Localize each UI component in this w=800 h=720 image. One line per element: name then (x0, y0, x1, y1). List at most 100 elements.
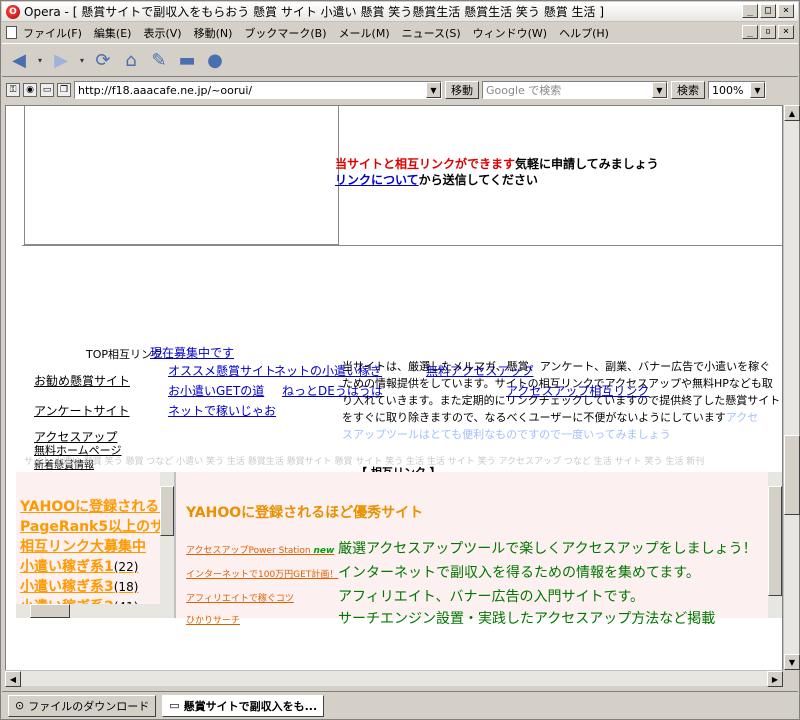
search-dropdown-icon[interactable]: ▼ (652, 82, 667, 98)
desc-line-1: 当サイトは、厳選したメルマガ、懸賞、アンケート、副業、バナー広告で小遣いを稼ぐ (342, 360, 771, 373)
page-icon[interactable]: ▭ (40, 83, 54, 97)
menu-news[interactable]: ニュース(S) (402, 25, 461, 41)
recip-after-text: から送信してください (418, 173, 538, 187)
menu-file[interactable]: ファイル(F) (23, 25, 82, 41)
category-hscrollbar[interactable] (16, 604, 160, 618)
scroll-thumb[interactable] (784, 435, 800, 515)
doc-close-button[interactable]: × (778, 25, 794, 39)
opera-logo-icon: O (6, 4, 20, 19)
mid-link-earn[interactable]: ネットで稼いじゃお (168, 402, 276, 419)
menu-edit[interactable]: 編集(E) (94, 25, 132, 41)
page-tab[interactable]: ▭ 懸賞サイトで副収入をも... (162, 694, 325, 717)
scroll-down-icon[interactable]: ▼ (784, 654, 800, 670)
address-dropdown-icon[interactable]: ▼ (426, 82, 441, 98)
mid-link-get[interactable]: お小遣いGETの道 (168, 382, 264, 399)
site-row: アフィリエイトで稼ぐコツ アフィリエイト、バナー広告の入門サイトです。 (186, 586, 644, 606)
user-icon[interactable]: ● (204, 49, 226, 71)
category-pocket1[interactable]: 小遣い稼ぎ系1(22) (20, 556, 138, 576)
reload-icon[interactable]: ⟳ (92, 49, 114, 71)
zoom-dropdown-icon[interactable]: ▼ (750, 82, 765, 98)
recip-rest-text: 気軽に申請してみましょう (515, 157, 659, 171)
site-desc: アフィリエイト、バナー広告の入門サイトです。 (338, 589, 645, 605)
window-title: Opera - [ 懸賞サイトで副収入をもらおう 懸賞 サイト 小遣い 懸賞 笑… (24, 5, 605, 19)
minimize-button[interactable]: _ (742, 4, 758, 18)
address-field[interactable]: http://f18.aaacafe.ne.jp/~oorui/ ▼ (74, 81, 442, 99)
print-icon[interactable]: ▬ (176, 49, 198, 71)
go-button[interactable]: 移動 (445, 81, 479, 99)
site-desc: インターネットで副収入を得るための情報を集めてます。 (338, 565, 700, 581)
downloads-tab[interactable]: ⊙ ファイルのダウンロード (8, 694, 157, 717)
desc-line-3: り入れていきます。また定期的にリンクチェックしていますので提供終了した懸賞サイト (342, 394, 781, 407)
site-link[interactable]: アフィリエイトで稼ぐコツ (186, 591, 338, 604)
category-yahoo[interactable]: YAHOOに登録されるほど優秀サイト (20, 496, 174, 516)
recip-red-text: 当サイトと相互リンクができます (335, 157, 516, 171)
scroll-left-icon[interactable]: ◀ (5, 671, 21, 687)
right-heading: YAHOOに登録されるほど優秀サイト (186, 505, 424, 521)
back-menu-icon[interactable]: ▾ (36, 49, 44, 71)
mid-link-recommend[interactable]: オススメ懸賞サイト (168, 362, 276, 379)
navigation-toolbar: ◀ ▾ ▶ ▾ ⟳ ⌂ ✎ ▬ ● (2, 43, 798, 77)
site-row: ひかりサーチ サーチエンジン設置・実践したアクセスアップ方法など掲載 (186, 608, 715, 628)
menu-mail[interactable]: メール(M) (339, 25, 390, 41)
lock-icon[interactable]: ⚿ (6, 83, 20, 97)
menu-bookmarks[interactable]: ブックマーク(B) (244, 25, 326, 41)
site-link[interactable]: ひかりサーチ (186, 613, 338, 626)
page-horizontal-scrollbar[interactable]: ◀ ▶ (5, 670, 783, 687)
left-link-recommend[interactable]: お勧め懸賞サイト (34, 372, 130, 389)
scroll-up-icon[interactable]: ▲ (784, 105, 800, 121)
link-panel-scrollbar[interactable] (768, 472, 782, 618)
category-pocket3[interactable]: 小遣い稼ぎ系3(18) (20, 576, 138, 596)
menu-window[interactable]: ウィンドウ(W) (473, 25, 547, 41)
category-pagerank[interactable]: PageRank5以上のサイト (20, 516, 174, 536)
search-button[interactable]: 検索 (671, 81, 705, 99)
maximize-button[interactable]: □ (760, 4, 776, 18)
category-frame: YAHOOに登録されるほど優秀サイト PageRank5以上のサイト 相互リンク… (16, 472, 176, 618)
category-scrollbar[interactable] (160, 472, 174, 618)
new-badge: new (313, 546, 335, 556)
downloads-label: ファイルのダウンロード (28, 699, 150, 713)
zoom-select[interactable]: 100% ▼ (708, 81, 766, 99)
category-recip[interactable]: 相互リンク大募集中 (20, 536, 146, 556)
top-recruit-link[interactable]: 現在募集中です (150, 344, 234, 361)
document-icon (6, 26, 17, 39)
status-bar: ⊙ ファイルのダウンロード ▭ 懸賞サイトで副収入をも... (2, 691, 798, 719)
desc-faint-1: アクセ (725, 411, 759, 424)
menu-navigate[interactable]: 移動(N) (194, 25, 233, 41)
site-row: インターネットで100万円GET計画！インターネットで副収入を得るための情報を集… (186, 562, 700, 582)
forward-icon[interactable]: ▶ (50, 49, 72, 71)
page-tab-label: 懸賞サイトで副収入をも... (183, 699, 318, 713)
desc-line-2: ための情報提供をしています。サイトの相互リンクでアクセスアップや無料HPなども取 (342, 377, 773, 390)
hotlist-icon[interactable]: ✎ (148, 49, 170, 71)
site-link[interactable]: インターネットで100万円GET計画！ (186, 567, 338, 580)
scroll-right-icon[interactable]: ▶ (767, 671, 783, 687)
doc-restore-button[interactable]: ▫ (760, 25, 776, 39)
copy-icon[interactable]: ❐ (57, 83, 71, 97)
menu-view[interactable]: 表示(V) (143, 25, 181, 41)
doc-minimize-button[interactable]: _ (742, 25, 758, 39)
address-url: http://f18.aaacafe.ne.jp/~oorui/ (78, 83, 253, 97)
menu-help[interactable]: ヘルプ(H) (559, 25, 609, 41)
site-desc: サーチエンジン設置・実践したアクセスアップ方法など掲載 (338, 611, 716, 627)
download-icon: ⊙ (15, 699, 25, 712)
page-viewport: 当サイトと相互リンクができます気軽に申請してみましょう リンクについてから送信し… (5, 105, 783, 686)
recip-notice: 当サイトと相互リンクができます気軽に申請してみましょう リンクについてから送信し… (335, 156, 659, 188)
camera-icon[interactable]: ◉ (23, 83, 37, 97)
back-icon[interactable]: ◀ (8, 49, 30, 71)
browser-window: O Opera - [ 懸賞サイトで副収入をもらおう 懸賞 サイト 小遣い 懸賞… (0, 0, 800, 720)
recip-link[interactable]: リンクについて (335, 173, 419, 187)
site-desc: 厳選アクセスアップツールで楽しくアクセスアップをしましょう！ (338, 541, 757, 557)
site-link[interactable]: アクセスアップPower Station new (186, 543, 338, 556)
site-description: 当サイトは、厳選したメルマガ、懸賞、アンケート、副業、バナー広告で小遣いを稼ぐ … (342, 358, 782, 443)
page-tab-icon: ▭ (169, 699, 180, 712)
desc-faint-2: スアップツールはとても便利なものですので一度いってみましょう (342, 428, 671, 441)
left-link-survey[interactable]: アンケートサイト (34, 402, 130, 419)
zoom-value: 100% (712, 83, 744, 97)
close-button[interactable]: × (778, 4, 794, 18)
search-input[interactable]: Google で検索 ▼ (482, 81, 668, 99)
site-row: アクセスアップPower Station new 厳選アクセスアップツールで楽しく… (186, 538, 757, 558)
menu-bar: ファイル(F) 編集(E) 表示(V) 移動(N) ブックマーク(B) メール(… (2, 23, 798, 42)
forward-menu-icon[interactable]: ▾ (78, 49, 86, 71)
home-icon[interactable]: ⌂ (120, 49, 142, 71)
page-vertical-scrollbar[interactable]: ▲ ▼ (783, 105, 800, 670)
desc-line-4: をすぐに取り除きますので、なるべくユーザーに不便がないようにしています (342, 411, 726, 424)
